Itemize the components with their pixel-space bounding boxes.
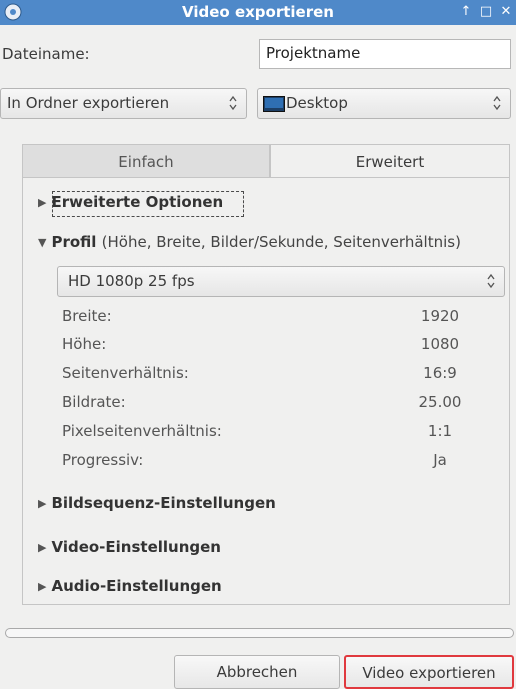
expand-triangle-icon: ▶ <box>38 541 47 554</box>
advanced-options-expander[interactable]: ▶ Erweiterte Optionen <box>38 193 223 211</box>
row-label: Bildrate: <box>62 393 126 411</box>
profile-title: Profil <box>51 233 97 251</box>
row-value: 1920 <box>420 307 460 325</box>
export-mode-select[interactable]: In Ordner exportieren <box>0 88 247 119</box>
profile-row-height: Höhe: 1080 <box>62 335 492 353</box>
tab-advanced[interactable]: Erweitert <box>270 144 510 178</box>
profile-select[interactable]: HD 1080p 25 fps <box>57 266 505 297</box>
profile-row-framerate: Bildrate: 25.00 <box>62 393 492 411</box>
filename-input[interactable]: Projektname <box>259 39 511 69</box>
desktop-icon <box>263 96 285 112</box>
expand-triangle-icon: ▶ <box>38 196 47 209</box>
audio-settings-label: Audio-Einstellungen <box>51 577 222 595</box>
row-value: 25.00 <box>418 393 462 411</box>
row-label: Pixelseitenverhältnis: <box>62 422 222 440</box>
row-label: Seitenverhältnis: <box>62 364 189 382</box>
export-progress-bar <box>5 628 514 638</box>
profile-row-aspect: Seitenverhältnis: 16:9 <box>62 364 492 382</box>
row-value: 1:1 <box>427 422 453 440</box>
maximize-up-icon[interactable]: ↑ <box>458 3 474 21</box>
row-label: Höhe: <box>62 335 107 353</box>
profile-row-progressive: Progressiv: Ja <box>62 451 492 469</box>
export-mode-value: In Ordner exportieren <box>7 94 170 112</box>
image-sequence-expander[interactable]: ▶ Bildsequenz-Einstellungen <box>38 494 276 512</box>
audio-settings-expander[interactable]: ▶ Audio-Einstellungen <box>38 577 222 595</box>
row-label: Progressiv: <box>62 451 144 469</box>
profile-row-pixel-aspect: Pixelseitenverhältnis: 1:1 <box>62 422 492 440</box>
collapse-triangle-icon: ▼ <box>38 236 47 249</box>
image-sequence-label: Bildsequenz-Einstellungen <box>51 494 276 512</box>
profile-subtitle: (Höhe, Breite, Bilder/Sekunde, Seitenver… <box>101 233 461 251</box>
window-titlebar[interactable]: Video exportieren ↑ □ ✕ <box>0 0 516 25</box>
profile-value: HD 1080p 25 fps <box>68 272 195 290</box>
expand-triangle-icon: ▶ <box>38 580 47 593</box>
advanced-options-label: Erweiterte Optionen <box>51 193 224 211</box>
filename-label: Dateiname: <box>2 45 90 63</box>
spin-arrows-icon <box>493 95 501 111</box>
profile-expander[interactable]: ▼ Profil (Höhe, Breite, Bilder/Sekunde, S… <box>38 233 461 251</box>
spin-arrows-icon <box>229 95 237 111</box>
row-value: Ja <box>433 451 447 469</box>
close-icon[interactable]: ✕ <box>498 3 514 21</box>
folder-value: Desktop <box>286 94 348 112</box>
row-value: 1080 <box>420 335 460 353</box>
window-title: Video exportieren <box>182 3 334 21</box>
row-value: 16:9 <box>423 364 457 382</box>
export-video-button[interactable]: Video exportieren <box>344 655 514 689</box>
tab-bar: Einfach Erweitert <box>22 144 510 178</box>
cancel-button[interactable]: Abbrechen <box>174 655 340 689</box>
restore-icon[interactable]: □ <box>478 3 494 21</box>
expand-triangle-icon: ▶ <box>38 497 47 510</box>
row-label: Breite: <box>62 307 112 325</box>
profile-row-width: Breite: 1920 <box>62 307 492 325</box>
spin-arrows-icon <box>487 273 495 289</box>
video-settings-label: Video-Einstellungen <box>51 538 221 556</box>
video-settings-expander[interactable]: ▶ Video-Einstellungen <box>38 538 221 556</box>
folder-select[interactable]: Desktop <box>257 88 511 119</box>
tab-simple[interactable]: Einfach <box>22 144 270 178</box>
